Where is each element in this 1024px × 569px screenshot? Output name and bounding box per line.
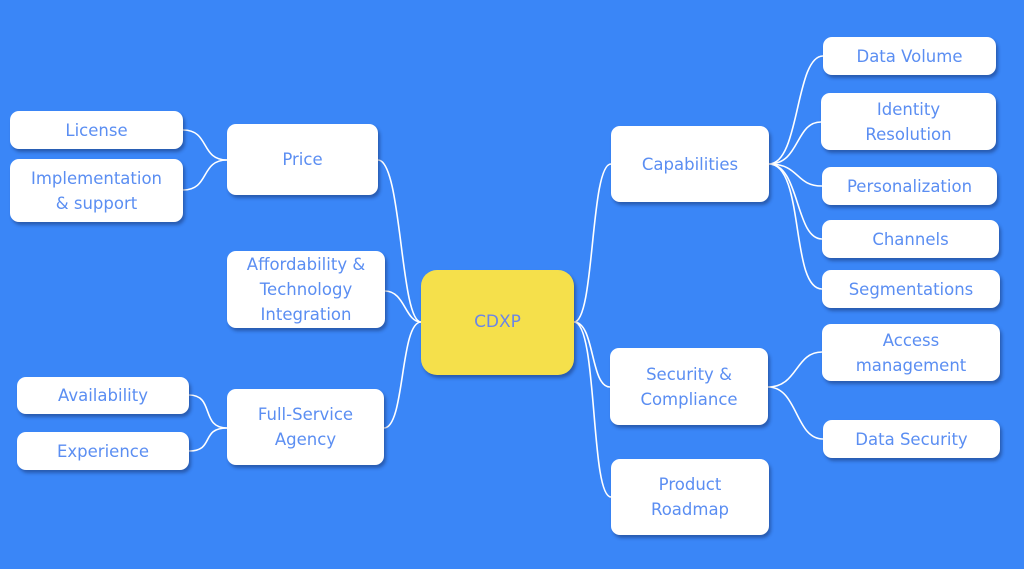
link-cap-segmentations <box>768 163 823 290</box>
link-sec-access <box>767 351 823 388</box>
node-data-security[interactable]: Data Security <box>823 420 1000 458</box>
root-node-cdxp[interactable]: CDXP <box>421 270 574 375</box>
node-experience[interactable]: Experience <box>17 432 189 470</box>
node-implementation-support[interactable]: Implementation & support <box>10 159 183 222</box>
link-sec-datasecurity <box>767 386 824 440</box>
link-cap-identity <box>768 121 822 165</box>
link-agency-experience <box>188 427 228 452</box>
link-root-capabilities <box>573 163 612 323</box>
link-root-agency <box>383 321 422 429</box>
node-data-volume[interactable]: Data Volume <box>823 37 996 75</box>
node-capabilities[interactable]: Capabilities <box>611 126 769 202</box>
node-channels[interactable]: Channels <box>822 220 999 258</box>
link-agency-availability <box>188 394 228 429</box>
link-root-security <box>573 321 611 388</box>
node-license[interactable]: License <box>10 111 183 149</box>
node-segmentations[interactable]: Segmentations <box>822 270 1000 308</box>
link-cap-datavolume <box>768 55 824 165</box>
link-cap-channels <box>768 163 823 240</box>
node-full-service-agency[interactable]: Full-Service Agency <box>227 389 384 465</box>
node-product-roadmap[interactable]: Product Roadmap <box>611 459 769 535</box>
link-price-implementation <box>182 159 228 191</box>
node-personalization[interactable]: Personalization <box>822 167 997 205</box>
node-access-management[interactable]: Access management <box>822 324 1000 381</box>
node-identity-resolution[interactable]: Identity Resolution <box>821 93 996 150</box>
node-affordability-technology-integration[interactable]: Affordability & Technology Integration <box>227 251 385 328</box>
link-root-roadmap <box>573 321 612 498</box>
node-security-compliance[interactable]: Security & Compliance <box>610 348 768 425</box>
link-price-license <box>182 129 228 161</box>
node-price[interactable]: Price <box>227 124 378 195</box>
node-availability[interactable]: Availability <box>17 377 189 414</box>
